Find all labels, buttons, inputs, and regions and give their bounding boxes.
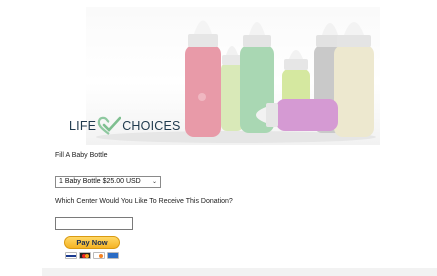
payment-card-logos — [65, 252, 119, 259]
discover-icon — [93, 252, 105, 259]
bottle-cream — [334, 22, 374, 137]
mastercard-icon — [79, 252, 91, 259]
logo-word-choices: CHOICES — [122, 119, 181, 133]
page-footer-bar — [42, 268, 437, 276]
visa-icon — [65, 252, 77, 259]
amex-icon — [107, 252, 119, 259]
bottle-back-left — [221, 46, 243, 131]
center-question: Which Center Would You Like To Receive T… — [55, 198, 233, 205]
logo-word-life: LIFE — [69, 119, 97, 133]
select-value: 1 Baby Bottle $25.00 USD — [59, 178, 141, 185]
bottle-pink — [185, 20, 221, 137]
chevron-down-icon: ⌄ — [151, 179, 157, 185]
form-title: Fill A Baby Bottle — [55, 152, 108, 159]
heart-check-icon — [97, 116, 122, 135]
bottle-amount-select[interactable]: 1 Baby Bottle $25.00 USD ⌄ — [55, 176, 161, 188]
center-input[interactable] — [55, 217, 133, 230]
bottle-purple — [256, 99, 338, 131]
pay-now-button[interactable]: Pay Now — [64, 236, 120, 249]
life-choices-logo: LIFE CHOICES — [69, 116, 181, 136]
